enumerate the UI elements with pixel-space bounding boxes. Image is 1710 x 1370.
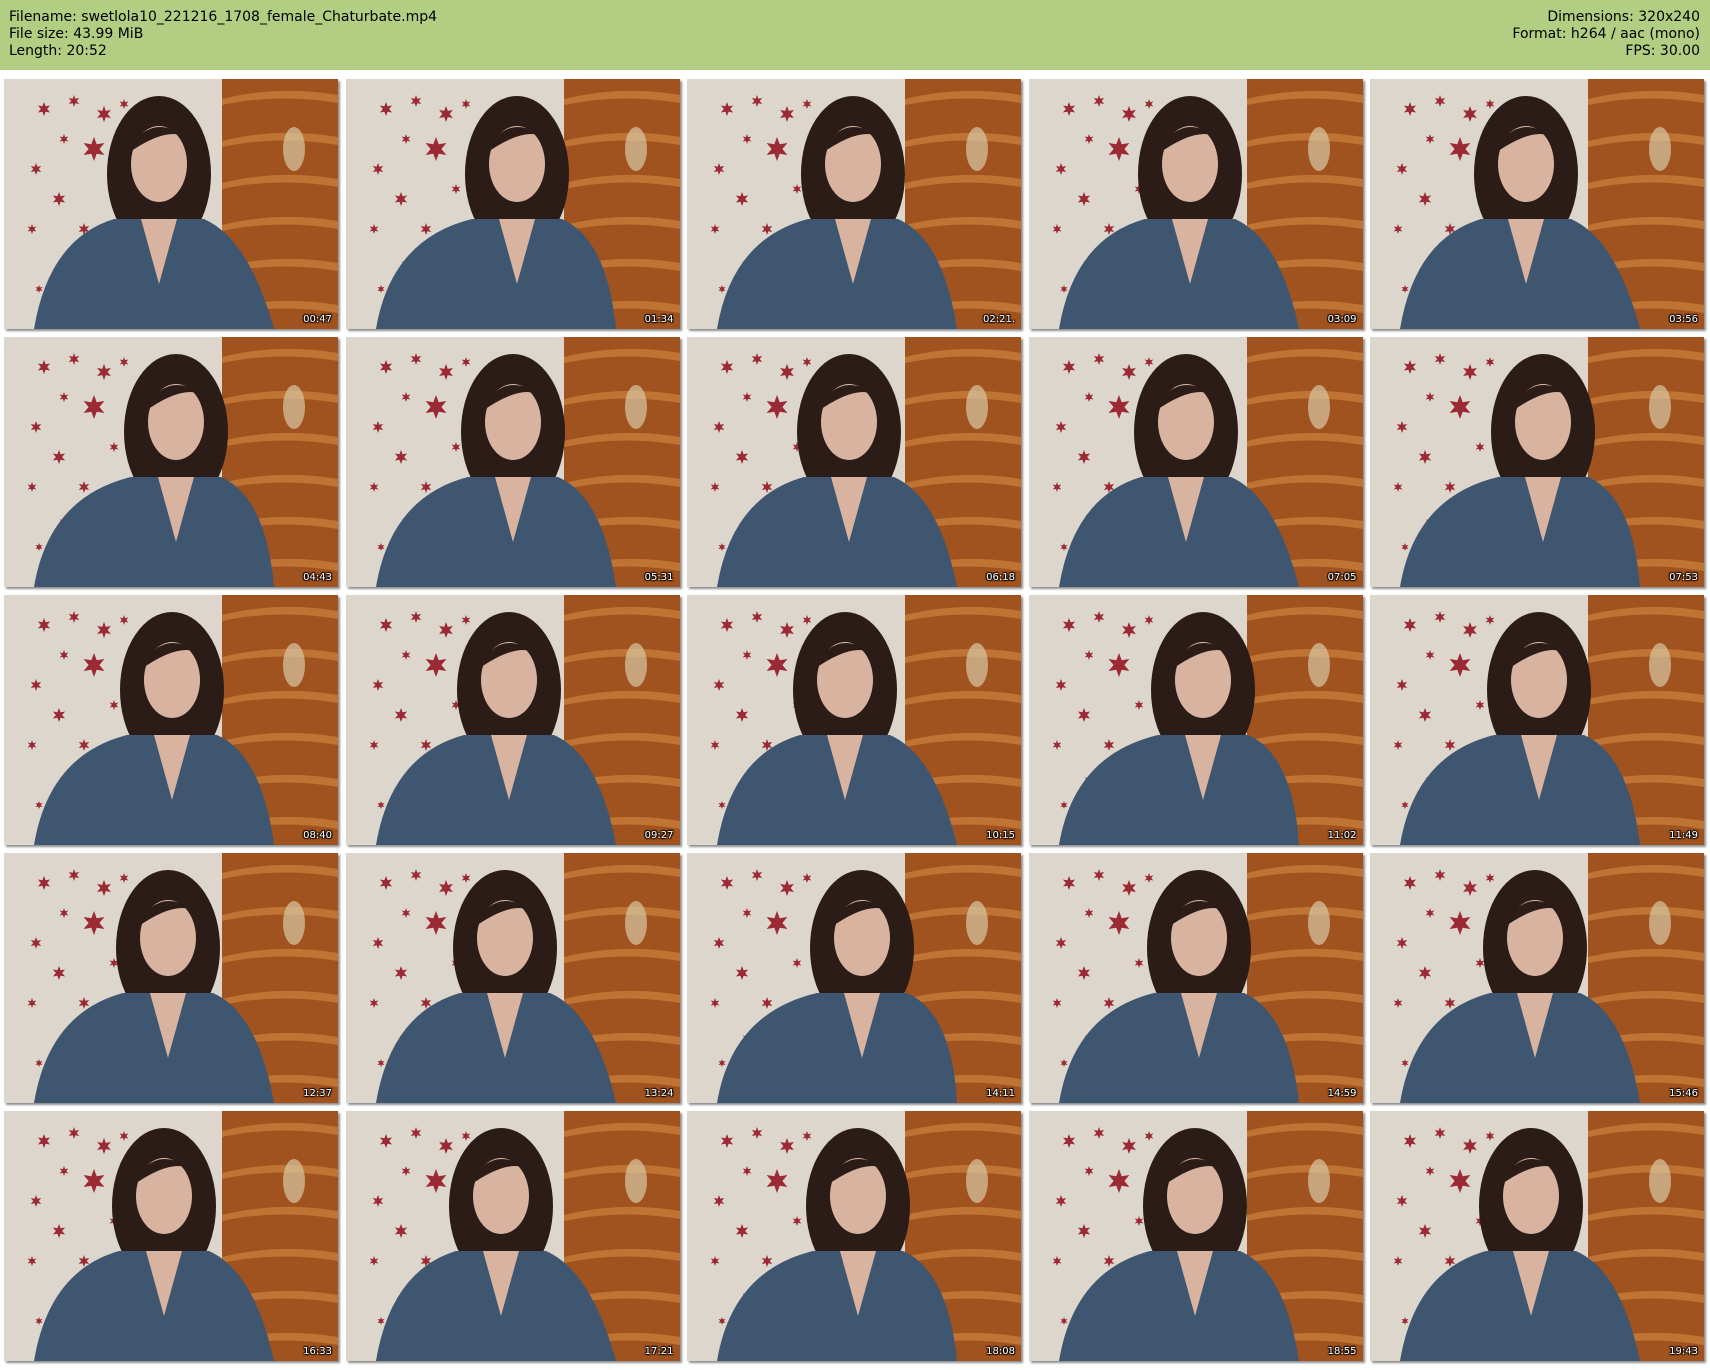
timecode-label: 11:02	[1327, 830, 1357, 841]
video-thumbnail: 12:37	[4, 853, 338, 1103]
thumbnail-frame	[4, 595, 338, 845]
timecode-label: 12:37	[303, 1088, 332, 1099]
thumbnail-frame	[1370, 595, 1704, 845]
video-thumbnail: 00:47	[4, 79, 338, 329]
video-thumbnail: 01:34	[345, 79, 680, 329]
thumbnail-frame	[1028, 853, 1363, 1103]
fps-text: FPS: 30.00	[1625, 43, 1700, 59]
thumbnail-frame	[1370, 853, 1704, 1103]
thumbnail-frame	[687, 595, 1021, 845]
timecode-label: 03:56	[1669, 314, 1698, 325]
timecode-label: 14:11	[986, 1088, 1015, 1099]
thumbnail-frame	[687, 853, 1021, 1103]
timecode-label: 01:34	[644, 314, 674, 325]
video-thumbnail: 10:15	[687, 595, 1021, 845]
timecode-label: 09:27	[644, 830, 674, 841]
video-thumbnail: 04:43	[4, 337, 338, 587]
contact-sheet-header: Filename: swetlola10_221216_1708_female_…	[0, 0, 1710, 70]
video-thumbnail: 16:33	[4, 1111, 338, 1361]
thumbnail-frame	[4, 853, 338, 1103]
timecode-label: 08:40	[303, 830, 332, 841]
thumbnail-frame	[687, 79, 1021, 329]
timecode-label: 18:55	[1327, 1346, 1357, 1357]
timecode-label: 07:05	[1327, 572, 1357, 583]
thumbnail-frame	[1370, 1111, 1704, 1361]
thumbnail-frame	[1370, 79, 1704, 329]
video-thumbnail: 18:08	[687, 1111, 1021, 1361]
video-thumbnail: 14:59	[1028, 853, 1363, 1103]
thumbnail-frame	[345, 595, 680, 845]
thumbnail-frame	[4, 79, 338, 329]
timecode-label: 04:43	[303, 572, 332, 583]
timecode-label: 02:21.	[983, 314, 1015, 325]
video-thumbnail: 02:21.	[687, 79, 1021, 329]
thumbnail-frame	[345, 853, 680, 1103]
file-info-right: Dimensions: 320x240 Format: h264 / aac (…	[1512, 9, 1700, 60]
dimensions-text: Dimensions: 320x240	[1547, 9, 1700, 25]
length-text: Length: 20:52	[9, 43, 107, 59]
thumbnail-frame	[4, 1111, 338, 1361]
video-thumbnail: 11:02	[1028, 595, 1363, 845]
timecode-label: 06:18	[986, 572, 1015, 583]
thumbnail-grid: 00:47 01:34 02:21. 03:09 03:56 04:43 05:31 06:1…	[4, 79, 1708, 1367]
filesize-text: File size: 43.99 MiB	[9, 26, 144, 42]
timecode-label: 05:31	[644, 572, 674, 583]
file-info-left: Filename: swetlola10_221216_1708_female_…	[9, 9, 437, 60]
video-thumbnail: 09:27	[345, 595, 680, 845]
timecode-label: 00:47	[303, 314, 332, 325]
thumbnail-frame	[1028, 595, 1363, 845]
video-thumbnail: 19:43	[1370, 1111, 1704, 1361]
format-text: Format: h264 / aac (mono)	[1512, 26, 1700, 42]
video-thumbnail: 14:11	[687, 853, 1021, 1103]
video-thumbnail: 17:21	[345, 1111, 680, 1361]
timecode-label: 16:33	[303, 1346, 332, 1357]
video-thumbnail: 18:55	[1028, 1111, 1363, 1361]
thumbnail-frame	[687, 1111, 1021, 1361]
timecode-label: 10:15	[986, 830, 1015, 841]
thumbnail-frame	[345, 337, 680, 587]
timecode-label: 17:21	[644, 1346, 674, 1357]
thumbnail-frame	[345, 79, 680, 329]
video-thumbnail: 06:18	[687, 337, 1021, 587]
thumbnail-frame	[4, 337, 338, 587]
timecode-label: 14:59	[1327, 1088, 1357, 1099]
thumbnail-frame	[1028, 79, 1363, 329]
timecode-label: 15:46	[1669, 1088, 1698, 1099]
timecode-label: 03:09	[1327, 314, 1357, 325]
video-thumbnail: 03:09	[1028, 79, 1363, 329]
video-thumbnail: 07:53	[1370, 337, 1704, 587]
timecode-label: 18:08	[986, 1346, 1015, 1357]
thumbnail-frame	[1028, 1111, 1363, 1361]
video-thumbnail: 08:40	[4, 595, 338, 845]
thumbnail-frame	[1370, 337, 1704, 587]
video-thumbnail: 07:05	[1028, 337, 1363, 587]
video-thumbnail: 05:31	[345, 337, 680, 587]
video-thumbnail: 13:24	[345, 853, 680, 1103]
video-thumbnail: 11:49	[1370, 595, 1704, 845]
thumbnail-frame	[687, 337, 1021, 587]
thumbnail-frame	[1028, 337, 1363, 587]
timecode-label: 11:49	[1669, 830, 1698, 841]
timecode-label: 07:53	[1669, 572, 1698, 583]
filename-text: Filename: swetlola10_221216_1708_female_…	[9, 9, 438, 25]
timecode-label: 19:43	[1669, 1346, 1698, 1357]
thumbnail-frame	[345, 1111, 680, 1361]
video-thumbnail: 03:56	[1370, 79, 1704, 329]
timecode-label: 13:24	[644, 1088, 674, 1099]
video-thumbnail: 15:46	[1370, 853, 1704, 1103]
